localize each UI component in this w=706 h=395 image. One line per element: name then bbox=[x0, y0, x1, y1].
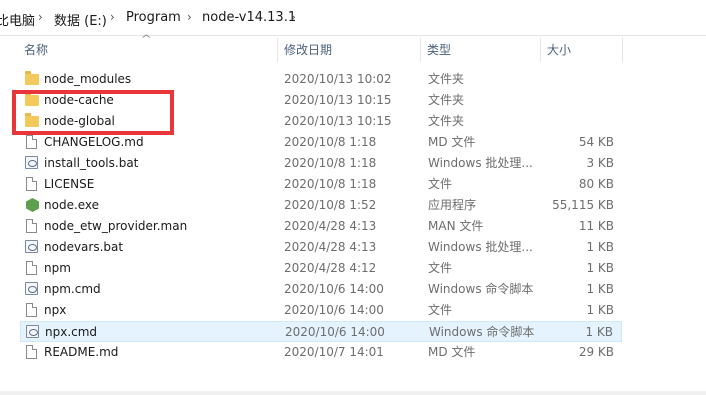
file-type: 文件夹 bbox=[428, 93, 465, 107]
file-size: 29 KB bbox=[578, 345, 614, 359]
file-row[interactable]: CHANGELOG.md 2020/10/8 1:18 MD 文件 54 KB bbox=[20, 132, 622, 153]
file-size: 1 KB bbox=[585, 325, 613, 339]
file-size: 3 KB bbox=[586, 156, 614, 170]
gear-file-icon bbox=[25, 156, 39, 170]
file-icon bbox=[25, 135, 39, 149]
file-row[interactable]: npm.cmd 2020/10/6 14:00 Windows 命令脚本 1 KB bbox=[20, 279, 622, 300]
file-modified-date: 2020/10/8 1:18 bbox=[284, 135, 377, 149]
file-row[interactable]: install_tools.bat 2020/10/8 1:18 Windows 批… bbox=[20, 153, 622, 174]
annotation-highlight-box bbox=[12, 90, 174, 135]
breadcrumb-item-drive[interactable]: 数据 (E:) bbox=[54, 10, 107, 29]
file-modified-date: 2020/4/28 4:12 bbox=[284, 261, 377, 275]
chevron-right-icon[interactable]: › bbox=[291, 10, 296, 24]
file-modified-date: 2020/10/13 10:15 bbox=[284, 114, 392, 128]
file-type: MAN 文件 bbox=[428, 219, 484, 233]
file-type: MD 文件 bbox=[428, 345, 476, 359]
file-type: Windows 批处理... bbox=[428, 240, 533, 254]
file-name: npx.cmd bbox=[45, 325, 98, 339]
file-size: 55,115 KB bbox=[552, 198, 614, 212]
file-icon bbox=[25, 219, 39, 233]
file-row[interactable]: nodevars.bat 2020/4/28 4:13 Windows 批处理...… bbox=[20, 237, 622, 258]
file-name: npm bbox=[44, 261, 71, 275]
file-name: CHANGELOG.md bbox=[44, 135, 144, 149]
file-size: 54 KB bbox=[578, 135, 614, 149]
file-type: 文件 bbox=[428, 177, 453, 191]
file-modified-date: 2020/10/8 1:18 bbox=[284, 156, 377, 170]
breadcrumb: 比电脑 › 数据 (E:) › Program › node-v14.13.1 … bbox=[0, 0, 706, 36]
file-type: 文件 bbox=[428, 261, 453, 275]
column-divider[interactable] bbox=[622, 38, 623, 62]
file-icon bbox=[25, 261, 39, 275]
file-modified-date: 2020/10/6 14:00 bbox=[285, 325, 385, 339]
file-type: Windows 命令脚本 bbox=[428, 282, 534, 296]
column-size[interactable]: 大小 bbox=[541, 38, 571, 62]
file-modified-date: 2020/4/28 4:13 bbox=[284, 219, 377, 233]
file-size: 1 KB bbox=[586, 303, 614, 317]
file-type: 文件夹 bbox=[428, 72, 465, 86]
file-size: 80 KB bbox=[578, 177, 614, 191]
breadcrumb-item-node-folder[interactable]: node-v14.13.1 bbox=[202, 10, 296, 25]
file-name: npx bbox=[44, 303, 67, 317]
file-row[interactable]: README.md 2020/10/7 14:01 MD 文件 29 KB bbox=[20, 342, 622, 363]
chevron-right-icon[interactable]: › bbox=[187, 10, 192, 24]
file-name: node.exe bbox=[44, 198, 100, 212]
file-modified-date: 2020/4/28 4:13 bbox=[284, 240, 377, 254]
file-name: npm.cmd bbox=[44, 282, 101, 296]
breadcrumb-item-program[interactable]: Program bbox=[126, 10, 181, 25]
file-modified-date: 2020/10/8 1:52 bbox=[284, 198, 377, 212]
file-modified-date: 2020/10/8 1:18 bbox=[284, 177, 377, 191]
column-name[interactable]: 名称 bbox=[18, 38, 48, 62]
file-type: 应用程序 bbox=[428, 198, 477, 212]
file-row[interactable]: npx.cmd 2020/10/6 14:00 Windows 命令脚本 1 KB bbox=[20, 321, 622, 342]
file-modified-date: 2020/10/7 14:01 bbox=[284, 345, 384, 359]
status-strip bbox=[0, 391, 706, 395]
file-size: 1 KB bbox=[586, 240, 614, 254]
gear-file-icon bbox=[26, 325, 40, 339]
file-row[interactable]: LICENSE 2020/10/8 1:18 文件 80 KB bbox=[20, 174, 622, 195]
file-name: node_etw_provider.man bbox=[44, 219, 188, 233]
gear-file-icon bbox=[25, 240, 39, 254]
column-date[interactable]: 修改日期 bbox=[278, 38, 332, 62]
file-modified-date: 2020/10/13 10:15 bbox=[284, 93, 392, 107]
file-row[interactable]: node_etw_provider.man 2020/4/28 4:13 MAN 文… bbox=[20, 216, 622, 237]
gear-file-icon bbox=[25, 282, 39, 296]
file-row[interactable]: node.exe 2020/10/8 1:52 应用程序 55,115 KB bbox=[20, 195, 622, 216]
file-name: install_tools.bat bbox=[44, 156, 139, 170]
file-name: nodevars.bat bbox=[44, 240, 124, 254]
file-size: 1 KB bbox=[586, 282, 614, 296]
file-row[interactable]: npx 2020/10/6 14:00 文件 1 KB bbox=[20, 300, 622, 321]
file-row[interactable]: node_modules 2020/10/13 10:02 文件夹 bbox=[20, 69, 622, 90]
column-header: 名称 修改日期 类型 大小 bbox=[0, 38, 706, 62]
chevron-right-icon[interactable]: › bbox=[110, 10, 115, 24]
file-size: 1 KB bbox=[586, 261, 614, 275]
node-icon bbox=[25, 198, 39, 212]
file-icon bbox=[25, 303, 39, 317]
file-row[interactable]: npm 2020/4/28 4:12 文件 1 KB bbox=[20, 258, 622, 279]
file-size: 11 KB bbox=[578, 219, 614, 233]
file-modified-date: 2020/10/6 14:00 bbox=[284, 282, 384, 296]
file-modified-date: 2020/10/13 10:02 bbox=[284, 72, 392, 86]
file-type: MD 文件 bbox=[428, 135, 476, 149]
file-type: Windows 命令脚本 bbox=[429, 325, 535, 339]
file-modified-date: 2020/10/6 14:00 bbox=[284, 303, 384, 317]
chevron-right-icon[interactable]: › bbox=[38, 10, 43, 24]
file-icon bbox=[25, 177, 39, 191]
folder-icon bbox=[25, 71, 39, 86]
file-name: README.md bbox=[44, 345, 119, 359]
breadcrumb-item-this-pc[interactable]: 比电脑 bbox=[0, 10, 35, 29]
file-name: node_modules bbox=[44, 72, 132, 86]
file-icon bbox=[25, 345, 39, 359]
file-name: LICENSE bbox=[44, 177, 95, 191]
file-type: 文件夹 bbox=[428, 114, 465, 128]
file-type: Windows 批处理... bbox=[428, 156, 533, 170]
column-type[interactable]: 类型 bbox=[421, 38, 451, 62]
file-type: 文件 bbox=[428, 303, 453, 317]
